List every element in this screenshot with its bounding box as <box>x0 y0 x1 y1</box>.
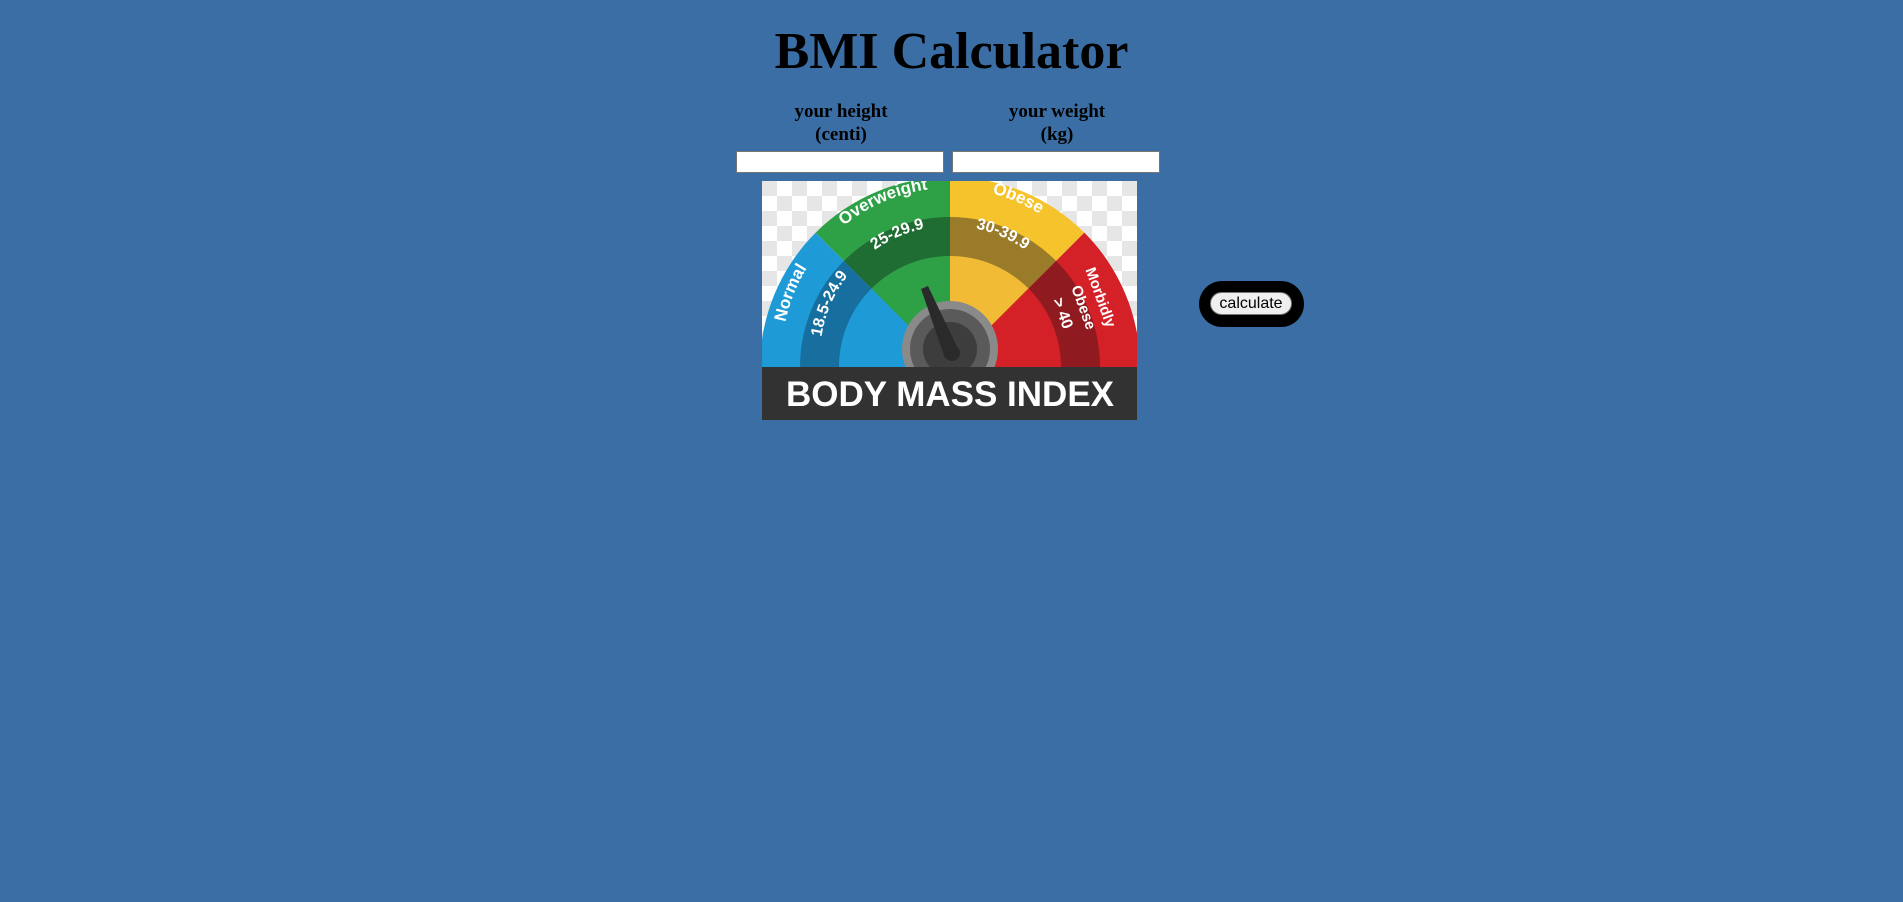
height-label: your height (centi) <box>735 100 947 146</box>
height-label-unit: (centi) <box>815 124 867 145</box>
height-label-line1: your height <box>794 101 888 122</box>
weight-input[interactable] <box>952 151 1160 173</box>
page: BMI Calculator your height (centi) your … <box>0 0 1903 902</box>
banner-text: BODY MASS INDEX <box>786 375 1115 414</box>
page-title: BMI Calculator <box>774 23 1129 80</box>
calculate-button[interactable]: calculate <box>1210 292 1292 315</box>
height-input[interactable] <box>736 151 944 173</box>
weight-label-line1: your weight <box>1008 101 1106 122</box>
bmi-gauge-image: Normal Overweight Obese 18.5-24.9 25-29.… <box>762 181 1137 420</box>
weight-label-unit: (kg) <box>1040 124 1074 145</box>
weight-label: your weight (kg) <box>951 100 1163 146</box>
